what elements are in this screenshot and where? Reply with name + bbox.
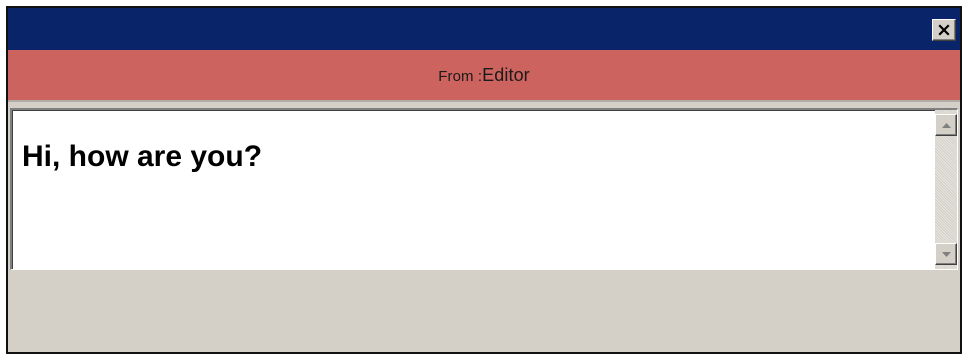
sender-header: From :Editor [8, 50, 960, 102]
scroll-up-button[interactable] [935, 114, 957, 136]
chat-message-window: From :Editor Hi, how are you? [6, 6, 962, 354]
message-text: Hi, how are you? [22, 140, 263, 173]
scroll-down-button[interactable] [935, 243, 957, 265]
title-bar[interactable] [8, 8, 960, 50]
arrow-down-icon [941, 251, 951, 257]
sender-line: From :Editor [438, 65, 530, 86]
message-text-area[interactable]: Hi, how are you? [10, 108, 958, 270]
close-button[interactable] [932, 19, 956, 41]
vertical-scrollbar[interactable] [935, 110, 957, 269]
footer-panel [8, 270, 960, 352]
sender-name: Editor [482, 64, 530, 85]
close-icon [938, 24, 950, 36]
arrow-up-icon [941, 122, 951, 128]
from-label: From : [438, 67, 483, 85]
